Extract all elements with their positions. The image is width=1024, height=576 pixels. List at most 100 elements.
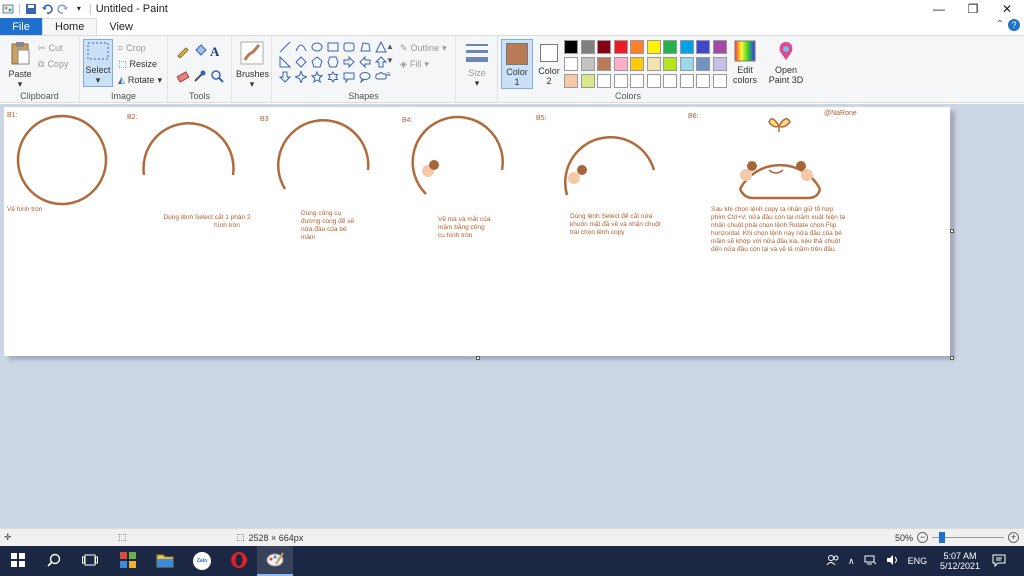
polygon-shape-icon[interactable] (358, 40, 372, 54)
resize-handle-corner[interactable] (950, 356, 954, 360)
zoom-slider[interactable] (932, 532, 1005, 543)
palette-color-swatch[interactable] (712, 57, 727, 71)
five-point-star-shape-icon[interactable] (310, 70, 324, 84)
help-icon[interactable]: ? (1008, 19, 1020, 31)
palette-color-swatch[interactable] (679, 40, 694, 54)
palette-color-swatch[interactable] (712, 40, 727, 54)
close-button[interactable]: ✕ (990, 0, 1024, 18)
color2-button[interactable]: Color 2 (536, 39, 562, 86)
taskbar-paint[interactable] (257, 546, 293, 576)
drawing-canvas[interactable]: B1: B2: B3 B4: B5: B6: @NaRone Vẽ hình t… (4, 107, 950, 356)
palette-color-swatch[interactable] (630, 74, 644, 88)
select-button[interactable]: Select ▾ (83, 39, 113, 87)
palette-color-swatch[interactable] (696, 57, 710, 71)
zoom-in-button[interactable]: + (1008, 532, 1020, 543)
palette-color-swatch[interactable] (646, 40, 661, 54)
customize-toolbar-icon[interactable]: ▾ (73, 3, 85, 15)
clock[interactable]: 5:07 AM 5/12/2021 (934, 546, 986, 576)
cut-button[interactable]: ✂ Cut (38, 40, 68, 56)
palette-color-swatch[interactable] (696, 40, 710, 54)
paste-button[interactable]: Paste ▾ (6, 40, 34, 90)
fill-button[interactable]: ◈ Fill ▾ (400, 56, 447, 72)
palette-color-swatch[interactable] (597, 74, 611, 88)
resize-button[interactable]: ⬚ Resize (118, 56, 162, 72)
palette-color-swatch[interactable] (613, 74, 628, 88)
shapes-scroll-icon[interactable]: ▲ ▼ ≡ (386, 40, 394, 82)
right-triangle-shape-icon[interactable] (278, 55, 292, 69)
volume-icon[interactable] (886, 554, 899, 568)
line-shape-icon[interactable] (278, 40, 292, 54)
network-icon[interactable] (864, 554, 877, 568)
size-button[interactable]: Size ▾ (462, 41, 492, 89)
outline-button[interactable]: ✎ Outline ▾ (400, 40, 447, 56)
palette-color-swatch[interactable] (580, 57, 595, 71)
palette-color-swatch[interactable] (597, 40, 611, 54)
text-icon[interactable]: A (210, 44, 227, 61)
rectangle-shape-icon[interactable] (326, 40, 340, 54)
action-center-button[interactable] (992, 546, 1008, 576)
taskbar-file-explorer[interactable] (147, 546, 183, 576)
fill-bucket-icon[interactable] (193, 44, 210, 61)
zoom-slider-thumb[interactable] (939, 532, 946, 543)
search-button[interactable] (36, 546, 72, 576)
show-hidden-icons[interactable]: ∧ (848, 556, 855, 567)
palette-color-swatch[interactable] (646, 57, 661, 71)
palette-color-swatch[interactable] (663, 74, 677, 88)
oval-shape-icon[interactable] (310, 40, 324, 54)
palette-color-swatch[interactable] (646, 74, 661, 88)
edit-colors-button[interactable]: Edit colors (730, 40, 760, 85)
six-point-star-shape-icon[interactable] (326, 70, 340, 84)
save-icon[interactable] (25, 3, 37, 15)
palette-color-swatch[interactable] (663, 40, 677, 54)
copy-button[interactable]: ⧉ Copy (38, 56, 68, 72)
palette-color-swatch[interactable] (580, 74, 595, 88)
four-point-star-shape-icon[interactable] (294, 70, 308, 84)
palette-color-swatch[interactable] (580, 40, 595, 54)
palette-color-swatch[interactable] (696, 74, 710, 88)
zoom-out-button[interactable]: − (917, 532, 929, 543)
palette-color-swatch[interactable] (679, 74, 694, 88)
palette-color-swatch[interactable] (663, 57, 677, 71)
collapse-ribbon-icon[interactable]: ⌃ (996, 19, 1004, 31)
people-icon[interactable] (826, 554, 839, 568)
diamond-shape-icon[interactable] (294, 55, 308, 69)
palette-color-swatch[interactable] (564, 74, 578, 88)
undo-icon[interactable] (41, 3, 53, 15)
rotate-button[interactable]: ◭ Rotate ▾ (118, 72, 162, 88)
tab-view[interactable]: View (97, 18, 145, 35)
open-paint3d-button[interactable]: Open Paint 3D (766, 40, 806, 85)
curve-shape-icon[interactable] (294, 40, 308, 54)
palette-color-swatch[interactable] (613, 57, 628, 71)
rounded-rectangle-shape-icon[interactable] (342, 40, 356, 54)
palette-color-swatch[interactable] (712, 74, 727, 88)
palette-color-swatch[interactable] (564, 57, 578, 71)
taskbar-opera[interactable] (221, 546, 257, 576)
palette-color-swatch[interactable] (630, 57, 644, 71)
hexagon-shape-icon[interactable] (326, 55, 340, 69)
palette-color-swatch[interactable] (597, 57, 611, 71)
taskbar-app-store[interactable] (110, 546, 146, 576)
tab-home[interactable]: Home (42, 18, 98, 35)
palette-color-swatch[interactable] (630, 40, 644, 54)
palette-color-swatch[interactable] (613, 40, 628, 54)
color1-button[interactable]: Color 1 (501, 39, 533, 89)
palette-color-swatch[interactable] (564, 40, 578, 54)
tab-file[interactable]: File (0, 18, 42, 35)
magnifier-icon[interactable] (210, 69, 227, 86)
crop-button[interactable]: ⌗ Crop (118, 40, 162, 56)
left-arrow-shape-icon[interactable] (358, 55, 372, 69)
oval-callout-shape-icon[interactable] (358, 70, 372, 84)
palette-color-swatch[interactable] (679, 57, 694, 71)
minimize-button[interactable]: — (922, 0, 956, 18)
brushes-button[interactable]: Brushes ▾ (236, 40, 269, 90)
task-view-button[interactable] (72, 546, 108, 576)
language-indicator[interactable]: ENG (908, 556, 928, 566)
eraser-icon[interactable] (176, 69, 193, 86)
resize-handle-bottom[interactable] (476, 356, 480, 360)
right-arrow-shape-icon[interactable] (342, 55, 356, 69)
taskbar-zalo[interactable]: Zalo (184, 546, 220, 576)
pencil-icon[interactable] (176, 44, 193, 61)
resize-handle-right[interactable] (950, 229, 954, 233)
pentagon-shape-icon[interactable] (310, 55, 324, 69)
down-arrow-shape-icon[interactable] (278, 70, 292, 84)
